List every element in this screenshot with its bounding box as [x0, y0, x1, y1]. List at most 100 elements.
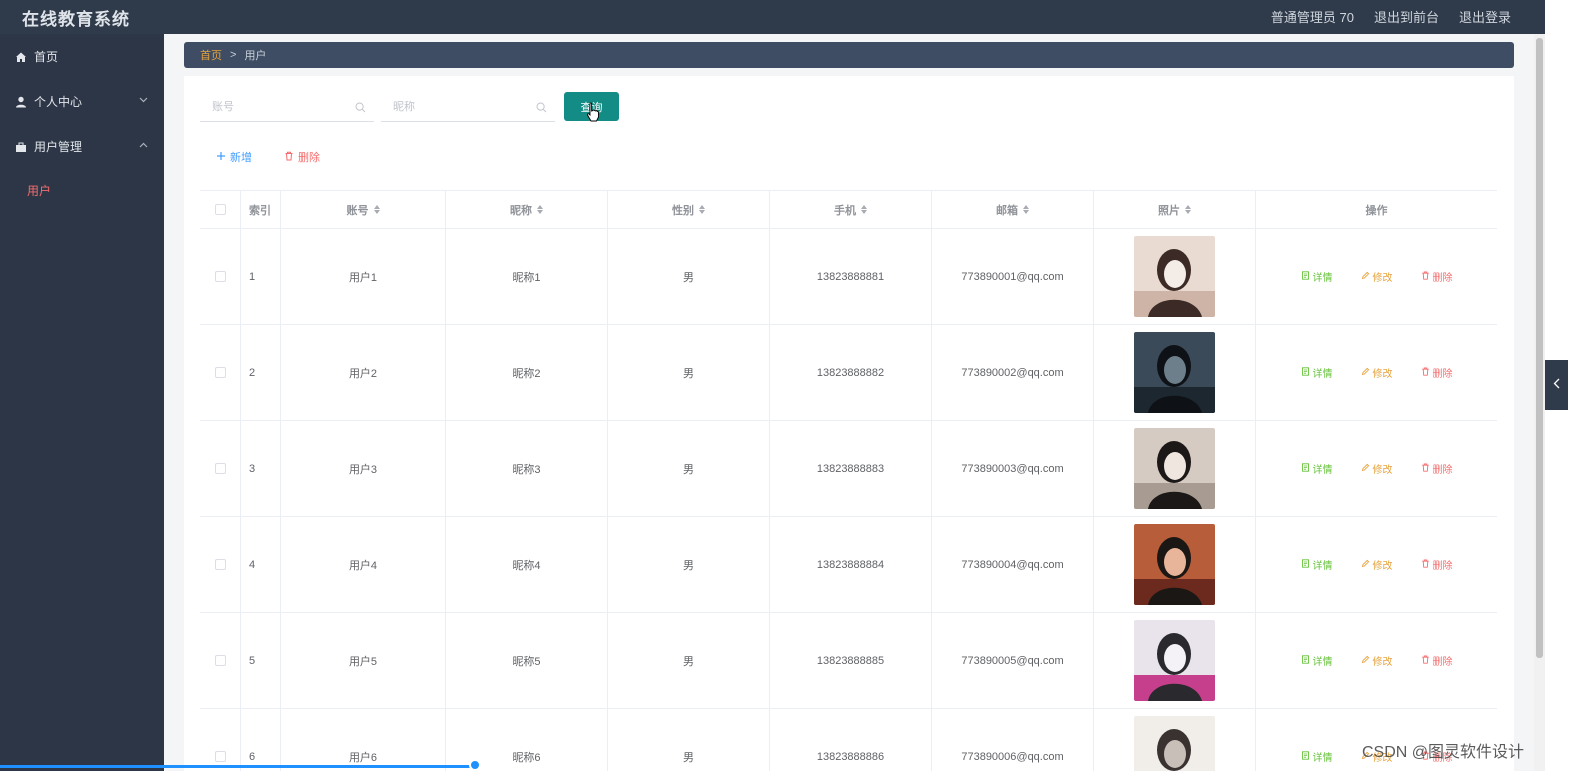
briefcase-icon [14, 140, 27, 153]
cell-email: 773890004@qq.com [932, 517, 1094, 612]
sort-icon[interactable] [699, 205, 705, 214]
add-button[interactable]: 新增 [216, 149, 252, 165]
sidebar-item-personal[interactable]: 个人中心 [0, 79, 164, 124]
home-icon [14, 50, 27, 63]
account-search-input[interactable] [200, 92, 374, 121]
sidebar: 首页 个人中心 用户管理 用户 [0, 34, 164, 771]
cell-gender: 男 [608, 613, 770, 708]
row-checkbox[interactable] [214, 463, 226, 474]
column-header-label: 照片 [1158, 204, 1180, 217]
chevron-down-icon [139, 95, 148, 106]
document-icon [1301, 654, 1310, 667]
remove-button[interactable]: 删除 [1421, 461, 1453, 476]
detail-button[interactable]: 详情 [1301, 365, 1333, 380]
cell-gender: 男 [608, 325, 770, 420]
remove-button[interactable]: 删除 [1421, 653, 1453, 668]
sort-icon[interactable] [1023, 205, 1029, 214]
users-table: 索引 账号 昵称 性别 手机 邮箱 照片 操作 1 用户1 昵称1 男 13823888… [200, 190, 1497, 771]
row-checkbox[interactable] [214, 655, 226, 666]
trash-icon [1421, 655, 1430, 667]
hand-cursor-icon [586, 102, 600, 127]
sort-icon[interactable] [861, 205, 867, 214]
remove-button[interactable]: 删除 [1421, 365, 1453, 380]
row-checkbox[interactable] [214, 367, 226, 378]
remove-label: 删除 [1432, 369, 1453, 380]
row-checkbox[interactable] [214, 271, 226, 282]
column-header-index: 索引 [241, 191, 281, 228]
sort-icon[interactable] [537, 205, 543, 214]
breadcrumb-home[interactable]: 首页 [200, 47, 222, 63]
cell-phone: 13823888882 [770, 325, 932, 420]
column-header-nickname[interactable]: 昵称 [446, 191, 608, 228]
cell-photo [1094, 325, 1256, 420]
column-header-account[interactable]: 账号 [281, 191, 446, 228]
vertical-scrollbar[interactable] [1534, 34, 1545, 771]
sidebar-item-home[interactable]: 首页 [0, 34, 164, 79]
edit-button[interactable]: 修改 [1361, 269, 1393, 284]
row-checkbox[interactable] [214, 559, 226, 570]
edit-button[interactable]: 修改 [1361, 365, 1393, 380]
sort-icon[interactable] [1185, 205, 1191, 214]
remove-label: 删除 [1432, 561, 1453, 572]
cell-phone: 13823888885 [770, 613, 932, 708]
edit-button[interactable]: 修改 [1361, 653, 1393, 668]
detail-label: 详情 [1312, 561, 1333, 572]
nickname-search-input[interactable] [381, 92, 555, 121]
document-icon [1301, 462, 1310, 475]
trash-icon [1421, 559, 1430, 571]
cell-account: 用户3 [281, 421, 446, 516]
row-checkbox[interactable] [214, 751, 226, 762]
edit-button[interactable]: 修改 [1361, 461, 1393, 476]
detail-button[interactable]: 详情 [1301, 557, 1333, 572]
progress-handle[interactable] [469, 759, 481, 771]
remove-button[interactable]: 删除 [1421, 269, 1453, 284]
cell-account: 用户6 [281, 709, 446, 771]
pencil-icon [1361, 655, 1370, 667]
sidebar-item-label: 首页 [34, 50, 59, 64]
column-header-email[interactable]: 邮箱 [932, 191, 1094, 228]
edit-button[interactable]: 修改 [1361, 557, 1393, 572]
cell-email: 773890005@qq.com [932, 613, 1094, 708]
document-icon [1301, 558, 1310, 571]
table-row: 1 用户1 昵称1 男 13823888881 773890001@qq.com 详情 修改 删… [200, 229, 1497, 325]
cell-email: 773890006@qq.com [932, 709, 1094, 771]
cell-ops: 详情 修改 删除 [1256, 229, 1497, 324]
detail-label: 详情 [1312, 465, 1333, 476]
content-card: 查询 新增 删除 索引 账号 昵称 性别 手机 [184, 76, 1514, 771]
delete-button-label: 删除 [298, 152, 320, 164]
cell-nickname: 昵称4 [446, 517, 608, 612]
cell-index: 1 [241, 229, 281, 324]
row-select-cell [200, 709, 241, 771]
table-row: 2 用户2 昵称2 男 13823888882 773890002@qq.com 详情 修改 删… [200, 325, 1497, 421]
trash-icon [1421, 271, 1430, 283]
detail-button[interactable]: 详情 [1301, 269, 1333, 284]
video-progress-bar[interactable] [0, 765, 476, 768]
select-all-checkbox[interactable] [214, 204, 226, 215]
detail-button[interactable]: 详情 [1301, 749, 1333, 764]
column-header-photo[interactable]: 照片 [1094, 191, 1256, 228]
sort-icon[interactable] [373, 205, 380, 214]
app-title: 在线教育系统 [22, 10, 130, 29]
detail-button[interactable]: 详情 [1301, 461, 1333, 476]
column-header-phone[interactable]: 手机 [770, 191, 932, 228]
scrollbar-thumb[interactable] [1536, 38, 1543, 658]
column-header-gender[interactable]: 性别 [608, 191, 770, 228]
cell-photo [1094, 613, 1256, 708]
row-select-cell [200, 421, 241, 516]
table-row: 5 用户5 昵称5 男 13823888885 773890005@qq.com 详情 修改 删… [200, 613, 1497, 709]
logout-link[interactable]: 退出登录 [1459, 7, 1511, 26]
sidebar-item-user-mgmt[interactable]: 用户管理 [0, 124, 164, 169]
breadcrumb-separator: > [230, 49, 237, 61]
sidebar-item-users[interactable]: 用户 [0, 169, 164, 211]
cell-gender: 男 [608, 709, 770, 771]
nickname-search-field [381, 92, 555, 122]
batch-delete-button[interactable]: 删除 [284, 149, 320, 165]
plus-icon [216, 151, 226, 164]
to-front-link[interactable]: 退出到前台 [1374, 7, 1439, 26]
side-collapse-tab[interactable] [1545, 360, 1568, 410]
detail-button[interactable]: 详情 [1301, 653, 1333, 668]
cell-ops: 详情 修改 删除 [1256, 517, 1497, 612]
cell-ops: 详情 修改 删除 [1256, 325, 1497, 420]
user-photo [1134, 332, 1215, 413]
remove-button[interactable]: 删除 [1421, 557, 1453, 572]
